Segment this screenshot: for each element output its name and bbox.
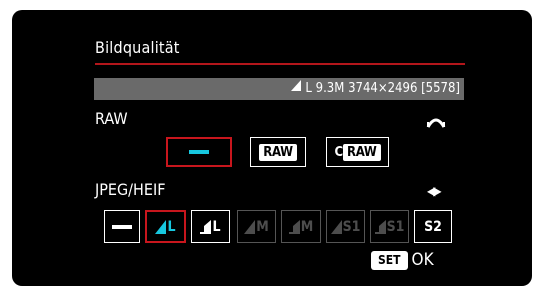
jpeg-option-none[interactable]	[104, 210, 140, 243]
image-info-bar: L 9.3M 3744×2496 [5578]	[94, 78, 464, 100]
ok-label: OK	[411, 250, 434, 270]
jpeg-option-fine-s1[interactable]: S1	[326, 210, 365, 243]
page-title: Bildqualität	[95, 38, 180, 57]
craw-badge: RAW	[343, 143, 381, 161]
option-label: S1	[342, 218, 361, 235]
option-label: M	[300, 218, 314, 235]
jpeg-option-normal-s1[interactable]: S1	[370, 210, 409, 243]
raw-icon: RAW	[259, 143, 297, 161]
jpeg-option-fine-m[interactable]: M	[237, 210, 276, 243]
raw-option-none[interactable]	[166, 137, 232, 167]
raw-option-raw[interactable]: RAW	[250, 137, 306, 167]
option-label: L	[212, 218, 221, 235]
fine-quality-icon	[244, 219, 256, 234]
normal-quality-icon	[374, 219, 386, 234]
jpeg-option-normal-l[interactable]: L	[191, 210, 230, 243]
normal-quality-icon	[288, 219, 300, 234]
shots-remaining: [5578]	[421, 81, 460, 96]
raw-option-craw[interactable]: C RAW	[326, 137, 389, 167]
set-ok-button[interactable]: SET OK	[371, 250, 434, 270]
option-label: L	[167, 218, 176, 235]
normal-quality-icon	[200, 219, 212, 234]
dash-icon	[112, 224, 132, 229]
camera-screen: Bildqualität L 9.3M 3744×2496 [5578] RAW…	[0, 0, 544, 298]
resolution: 3744×2496	[348, 81, 418, 96]
fine-quality-icon	[330, 219, 342, 234]
craw-icon: C RAW	[334, 143, 381, 161]
size-label: L	[305, 81, 312, 96]
raw-section-label: RAW	[95, 109, 128, 128]
craw-prefix: C	[334, 144, 344, 160]
title-divider	[95, 63, 465, 65]
fine-large-icon	[291, 77, 302, 99]
jpeg-option-fine-l[interactable]: L	[145, 210, 186, 243]
left-right-arrows-icon: ◀▶	[427, 184, 442, 198]
jpeg-section-label: JPEG/HEIF	[95, 180, 166, 199]
option-label: S1	[386, 218, 405, 235]
option-label: M	[256, 218, 269, 235]
jpeg-option-s2[interactable]: S2	[414, 210, 452, 243]
dash-icon	[189, 150, 209, 154]
fine-quality-icon	[155, 219, 167, 234]
main-dial-icon	[426, 113, 446, 132]
megapixels: 9.3M	[315, 81, 345, 96]
option-label: S2	[424, 218, 442, 235]
jpeg-option-normal-m[interactable]: M	[281, 210, 321, 243]
set-badge: SET	[371, 250, 408, 270]
